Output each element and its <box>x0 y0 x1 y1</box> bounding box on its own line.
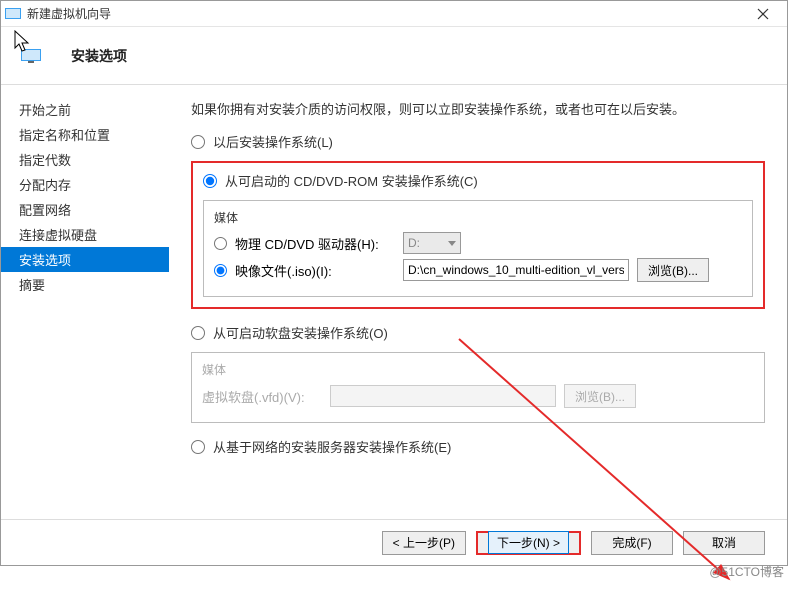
sidebar: 开始之前 指定名称和位置 指定代数 分配内存 配置网络 连接虚拟硬盘 安装选项 … <box>1 85 169 519</box>
radio-later[interactable] <box>191 135 205 149</box>
highlight-box-cd: 从可启动的 CD/DVD-ROM 安装操作系统(C) 媒体 物理 CD/DVD … <box>191 161 765 309</box>
sidebar-item-network[interactable]: 配置网络 <box>1 197 169 222</box>
titlebar: 新建虚拟机向导 <box>1 1 787 27</box>
radio-network[interactable] <box>191 440 205 454</box>
floppy-legend: 媒体 <box>202 361 754 378</box>
sidebar-item-install-options[interactable]: 安装选项 <box>1 247 169 272</box>
sidebar-item-vhd[interactable]: 连接虚拟硬盘 <box>1 222 169 247</box>
sidebar-item-summary[interactable]: 摘要 <box>1 272 169 297</box>
radio-floppy-label: 从可启动软盘安装操作系统(O) <box>213 323 388 342</box>
wizard-header: 安装选项 <box>1 27 787 85</box>
next-button-label: 下一步(N) > <box>488 531 569 554</box>
window-title: 新建虚拟机向导 <box>27 5 743 22</box>
browse-iso-button[interactable]: 浏览(B)... <box>637 258 709 282</box>
sidebar-item-memory[interactable]: 分配内存 <box>1 172 169 197</box>
wizard-body: 开始之前 指定名称和位置 指定代数 分配内存 配置网络 连接虚拟硬盘 安装选项 … <box>1 85 787 519</box>
physical-drive-combo[interactable]: D: <box>403 232 461 254</box>
radio-later-label: 以后安装操作系统(L) <box>213 132 333 151</box>
iso-row: 映像文件(.iso)(I): 浏览(B)... <box>214 258 742 282</box>
page-title: 安装选项 <box>71 46 127 66</box>
floppy-label: 虚拟软盘(.vfd)(V): <box>202 387 322 406</box>
radio-physical[interactable] <box>214 237 227 250</box>
radio-network-label: 从基于网络的安装服务器安装操作系统(E) <box>213 437 451 456</box>
option-install-floppy[interactable]: 从可启动软盘安装操作系统(O) <box>191 323 765 342</box>
radio-floppy[interactable] <box>191 326 205 340</box>
wizard-window: 新建虚拟机向导 安装选项 开始之前 指定名称和位置 指定代数 分配内存 配置网络… <box>0 0 788 566</box>
media-legend: 媒体 <box>214 209 742 226</box>
sidebar-item-before-begin[interactable]: 开始之前 <box>1 97 169 122</box>
intro-text: 如果你拥有对安装介质的访问权限，则可以立即安装操作系统，或者也可在以后安装。 <box>191 99 765 118</box>
finish-button[interactable]: 完成(F) <box>591 531 673 555</box>
sidebar-item-generation[interactable]: 指定代数 <box>1 147 169 172</box>
sidebar-item-name-location[interactable]: 指定名称和位置 <box>1 122 169 147</box>
prev-button[interactable]: < 上一步(P) <box>382 531 466 555</box>
floppy-fieldset: 媒体 虚拟软盘(.vfd)(V): 浏览(B)... <box>191 352 765 423</box>
floppy-row: 虚拟软盘(.vfd)(V): 浏览(B)... <box>202 384 754 408</box>
chevron-down-icon <box>448 241 456 246</box>
physical-drive-row: 物理 CD/DVD 驱动器(H): D: <box>214 232 742 254</box>
iso-path-input[interactable] <box>403 259 629 281</box>
option-install-network[interactable]: 从基于网络的安装服务器安装操作系统(E) <box>191 437 765 456</box>
wizard-footer: < 上一步(P) 下一步(N) > 完成(F) 取消 <box>1 519 787 565</box>
cancel-button[interactable]: 取消 <box>683 531 765 555</box>
option-install-cd[interactable]: 从可启动的 CD/DVD-ROM 安装操作系统(C) <box>203 171 753 190</box>
browse-floppy-button: 浏览(B)... <box>564 384 636 408</box>
watermark-text: @51CTO博客 <box>709 563 784 580</box>
radio-cd-label: 从可启动的 CD/DVD-ROM 安装操作系统(C) <box>225 171 478 190</box>
monitor-icon <box>21 48 41 64</box>
floppy-path-input <box>330 385 556 407</box>
physical-drive-value: D: <box>408 236 420 250</box>
radio-iso[interactable] <box>214 264 227 277</box>
radio-iso-label: 映像文件(.iso)(I): <box>235 261 395 280</box>
main-pane: 如果你拥有对安装介质的访问权限，则可以立即安装操作系统，或者也可在以后安装。 以… <box>169 85 787 519</box>
radio-physical-label: 物理 CD/DVD 驱动器(H): <box>235 234 395 253</box>
radio-cd[interactable] <box>203 174 217 188</box>
next-button[interactable]: 下一步(N) > <box>476 531 581 555</box>
option-install-later[interactable]: 以后安装操作系统(L) <box>191 132 765 151</box>
media-fieldset: 媒体 物理 CD/DVD 驱动器(H): D: 映像文件(.iso)(I): <box>203 200 753 297</box>
close-button[interactable] <box>743 3 783 25</box>
app-icon <box>5 6 21 22</box>
